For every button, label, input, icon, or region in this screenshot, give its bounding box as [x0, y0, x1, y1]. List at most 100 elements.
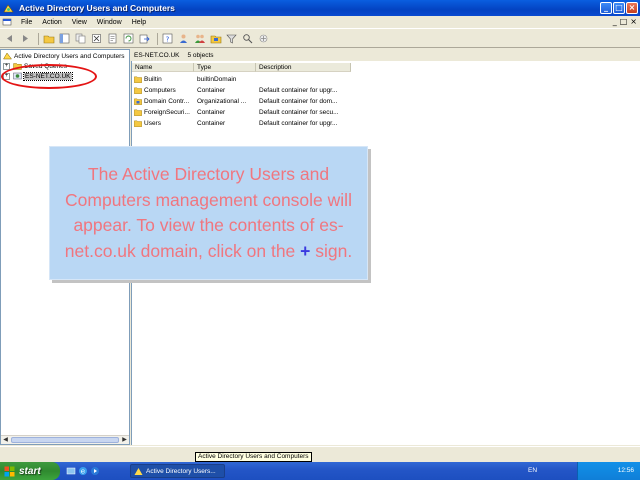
language-indicator[interactable]: EN — [528, 467, 537, 474]
row-description: Default container for upgr... — [259, 86, 338, 94]
svg-text:?: ? — [166, 36, 170, 44]
media-player-icon[interactable] — [90, 466, 100, 476]
row-description: Default container for upgr... — [259, 119, 338, 127]
name-cell: Computers — [132, 87, 194, 94]
internet-explorer-icon[interactable]: e — [78, 466, 88, 476]
ad-root-icon — [3, 52, 12, 60]
scroll-left-icon[interactable]: ◀ — [1, 436, 10, 444]
table-row[interactable]: ForeignSecuri... Container Default conta… — [132, 107, 351, 117]
folder-icon — [134, 87, 142, 94]
name-cell: Domain Contr... — [132, 98, 194, 105]
callout-text: The Active Directory Users and Computers… — [58, 162, 359, 264]
title-bar: Active Directory Users and Computers _ □… — [0, 0, 640, 16]
mdi-close-button[interactable]: × — [630, 17, 637, 26]
menu-action[interactable]: Action — [37, 19, 66, 26]
name-cell: Users — [132, 120, 194, 127]
column-header-type[interactable]: Type — [194, 63, 256, 72]
row-type: builtinDomain — [197, 75, 237, 83]
table-row[interactable]: Builtin builtinDomain — [132, 74, 351, 84]
ad-app-icon — [134, 467, 143, 475]
table-row[interactable]: Users Container Default container for up… — [132, 118, 351, 128]
folder-icon — [134, 76, 142, 83]
system-tray: EN 12:56 — [528, 462, 640, 480]
menu-view[interactable]: View — [67, 19, 92, 26]
column-headers: Name Type Description — [132, 63, 351, 72]
refresh-icon[interactable] — [122, 32, 135, 45]
status-bar: Active Directory Users and Computers — [0, 446, 640, 462]
row-type: Organizational ... — [197, 97, 247, 105]
new-group-icon[interactable] — [193, 32, 206, 45]
ou-icon — [134, 98, 142, 105]
window-controls: _ □ × — [600, 2, 638, 14]
windows-flag-icon — [4, 466, 15, 476]
taskbar-item-ad-users[interactable]: Active Directory Users... — [130, 464, 225, 478]
export-icon[interactable] — [138, 32, 151, 45]
column-header-description[interactable]: Description — [256, 63, 351, 72]
tree-horizontal-scrollbar[interactable]: ◀ ▶ — [1, 435, 129, 444]
row-description: Default container for secu... — [259, 108, 339, 116]
console-icon[interactable] — [2, 17, 12, 27]
toolbar: ? — [0, 30, 640, 48]
scroll-right-icon[interactable]: ▶ — [120, 436, 129, 444]
find-icon[interactable] — [241, 32, 254, 45]
scrollbar-thumb[interactable] — [11, 437, 119, 443]
svg-text:e: e — [81, 468, 85, 476]
mdi-minimize-button[interactable]: _ — [613, 17, 617, 26]
mdi-maximize-button[interactable]: □ — [620, 17, 628, 26]
row-name: Computers — [144, 86, 176, 94]
current-container-label: ES-NET.CO.UK — [134, 51, 180, 59]
name-cell: Builtin — [132, 76, 194, 83]
tree-root[interactable]: Active Directory Users and Computers — [3, 51, 125, 61]
start-button[interactable]: start — [0, 462, 60, 480]
back-icon[interactable] — [3, 32, 16, 45]
row-name: Builtin — [144, 75, 162, 83]
column-header-name[interactable]: Name — [132, 63, 194, 72]
taskbar: start e Active Directory Users... EN 12:… — [0, 462, 640, 480]
row-name: Domain Contr... — [144, 97, 190, 105]
filter-icon[interactable] — [225, 32, 238, 45]
menu-help[interactable]: Help — [127, 19, 151, 26]
callout-plus-sign: + — [300, 240, 311, 261]
forward-icon[interactable] — [19, 32, 32, 45]
table-row[interactable]: Domain Contr... Organizational ... Defau… — [132, 96, 351, 106]
row-name: ForeignSecuri... — [144, 108, 190, 116]
toolbar-separator — [38, 32, 39, 45]
toolbar-separator — [157, 32, 158, 45]
tutorial-callout: The Active Directory Users and Computers… — [49, 146, 368, 280]
start-label: start — [19, 465, 41, 477]
row-description: Default container for dom... — [259, 97, 338, 105]
menu-file[interactable]: File — [16, 19, 37, 26]
row-name: Users — [144, 119, 161, 127]
minimize-button[interactable]: _ — [600, 2, 612, 14]
menu-window[interactable]: Window — [92, 19, 127, 26]
row-type: Container — [197, 119, 226, 127]
show-tree-icon[interactable] — [58, 32, 71, 45]
clock[interactable]: 12:56 — [618, 467, 634, 474]
new-user-icon[interactable] — [177, 32, 190, 45]
row-type: Container — [197, 108, 226, 116]
mdi-controls: _ □ × — [613, 17, 637, 26]
new-ou-icon[interactable] — [209, 32, 222, 45]
help-icon[interactable]: ? — [161, 32, 174, 45]
properties-icon[interactable] — [106, 32, 119, 45]
ad-app-icon — [3, 3, 14, 14]
maximize-button[interactable]: □ — [613, 2, 625, 14]
details-header: ES-NET.CO.UK 5 objects — [132, 49, 640, 61]
folder-icon — [134, 120, 142, 127]
tree-root-label: Active Directory Users and Computers — [14, 52, 125, 60]
window-title: Active Directory Users and Computers — [19, 3, 175, 13]
copy-icon[interactable] — [74, 32, 87, 45]
close-button[interactable]: × — [626, 2, 638, 14]
callout-end-text: sign. — [315, 240, 353, 261]
delete-icon[interactable] — [90, 32, 103, 45]
add-to-group-icon[interactable] — [257, 32, 270, 45]
show-desktop-icon[interactable] — [66, 466, 76, 476]
highlight-ellipse — [1, 64, 97, 89]
object-count: 5 objects — [187, 51, 214, 59]
status-tooltip: Active Directory Users and Computers — [195, 452, 312, 462]
table-row[interactable]: Computers Container Default container fo… — [132, 85, 351, 95]
folder-icon — [134, 109, 142, 116]
up-folder-icon[interactable] — [42, 32, 55, 45]
taskbar-item-label: Active Directory Users... — [146, 467, 216, 475]
row-type: Container — [197, 86, 226, 94]
